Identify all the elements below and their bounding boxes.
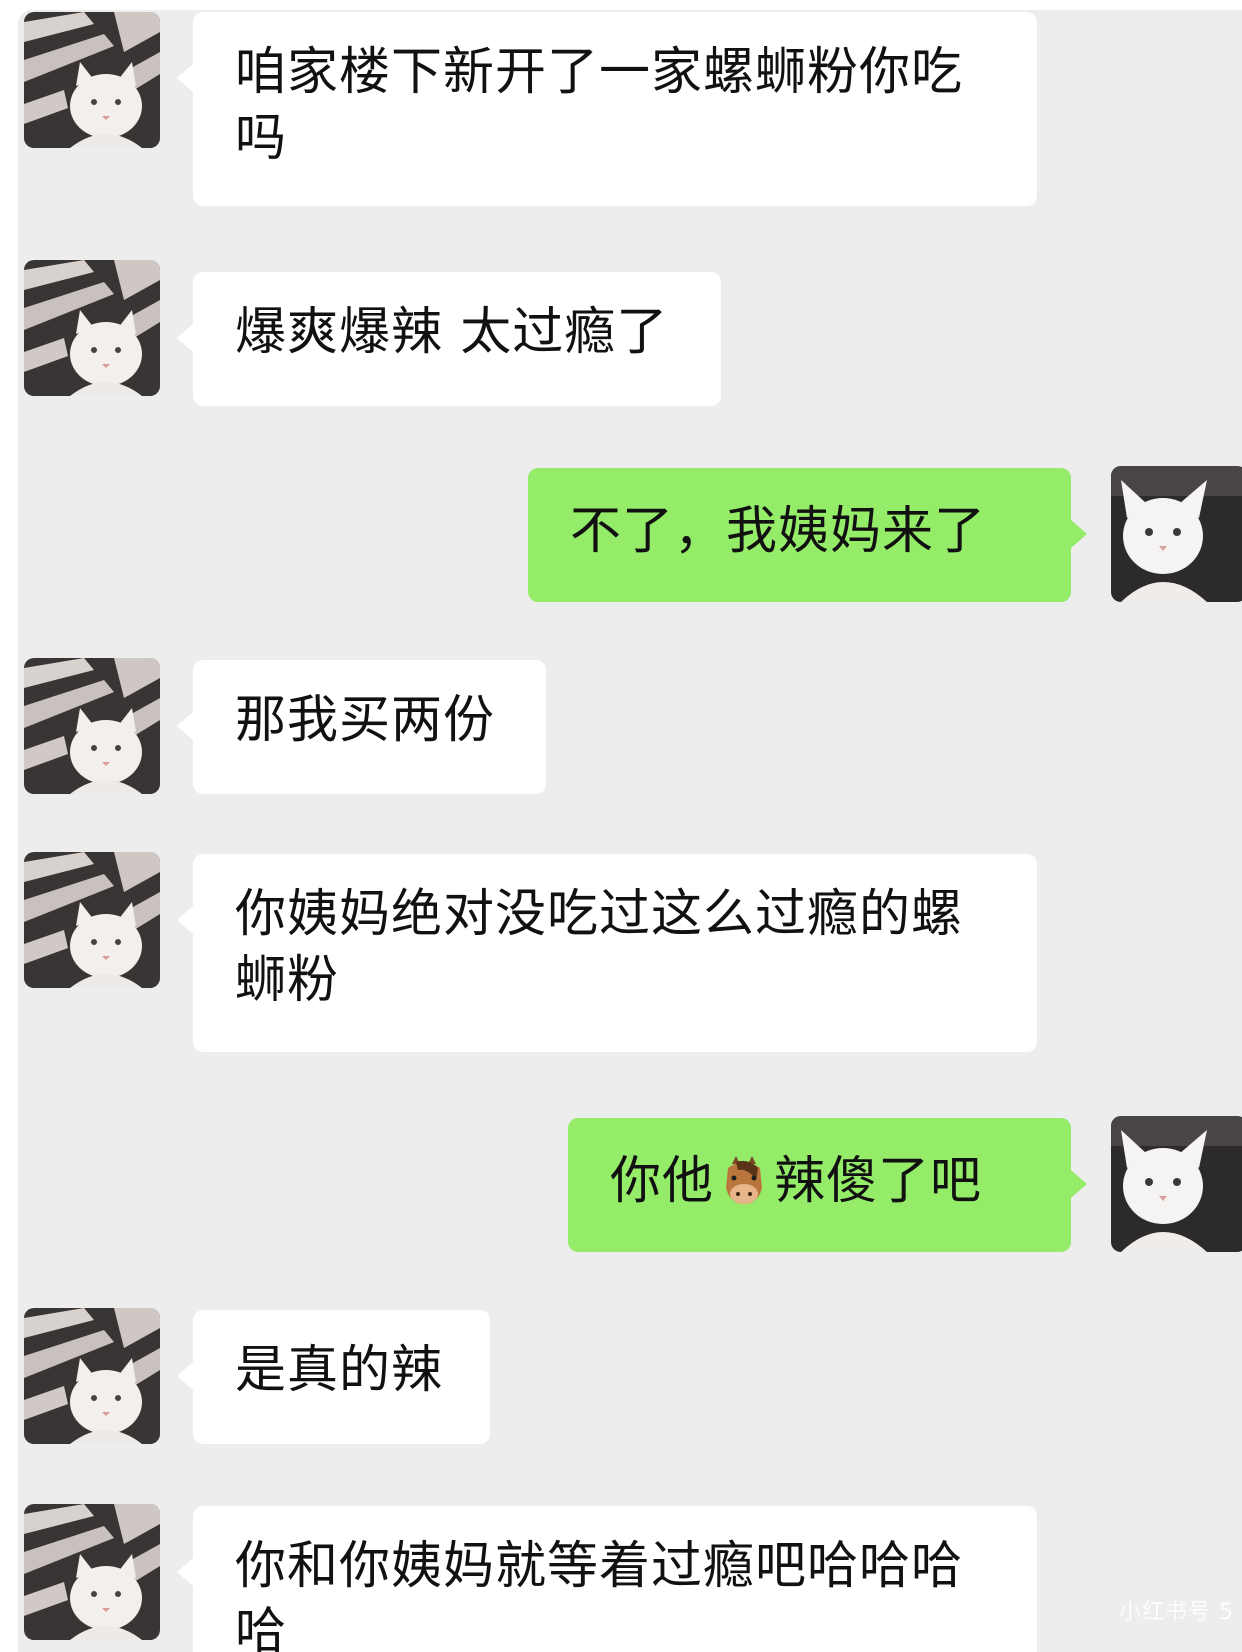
cat-avatar-icon [1111, 1116, 1242, 1252]
cat-avatar-icon [24, 1504, 160, 1640]
contact-avatar[interactable] [24, 658, 160, 794]
incoming-message-bubble[interactable]: 咱家楼下新开了一家螺蛳粉你吃吗 [177, 12, 1037, 206]
message-text: 不了，我姨妈来了 [570, 502, 987, 561]
message-text: 是真的辣 [235, 1341, 444, 1400]
cat-avatar-icon [24, 260, 160, 396]
incoming-message-bubble[interactable]: 是真的辣 [177, 1310, 490, 1444]
contact-avatar[interactable] [24, 12, 160, 148]
message-text: 你姨妈绝对没吃过这么过瘾的螺蛳粉 [235, 885, 964, 1010]
horse-face-icon [718, 1154, 770, 1206]
message-text: 你和你姨妈就等着过瘾吧哈哈哈哈 [235, 1537, 964, 1652]
cat-avatar-icon [24, 852, 160, 988]
outgoing-message-bubble[interactable]: 你他 辣傻了吧 [568, 1118, 1087, 1252]
self-avatar[interactable] [1111, 1116, 1242, 1252]
contact-avatar[interactable] [24, 852, 160, 988]
outgoing-message-bubble[interactable]: 不了，我姨妈来了 [528, 468, 1087, 602]
message-text: 那我买两份 [235, 691, 496, 750]
contact-avatar[interactable] [24, 1504, 160, 1640]
cat-avatar-icon [24, 658, 160, 794]
contact-avatar[interactable] [24, 260, 160, 396]
contact-avatar[interactable] [24, 1308, 160, 1444]
incoming-message-bubble[interactable]: 你和你姨妈就等着过瘾吧哈哈哈哈 [177, 1506, 1037, 1652]
cat-avatar-icon [1111, 466, 1242, 602]
cat-avatar-icon [24, 1308, 160, 1444]
chat-area: 咱家楼下新开了一家螺蛳粉你吃吗 爆爽爆辣 太过瘾了 不了，我姨妈来了 那我买两份… [18, 10, 1242, 1652]
message-text: 爆爽爆辣 太过瘾了 [235, 303, 669, 362]
watermark: 小红书号 5 [1119, 1600, 1234, 1625]
cat-avatar-icon [24, 12, 160, 148]
message-text-before-emoji: 你他 [610, 1152, 715, 1211]
incoming-message-bubble[interactable]: 你姨妈绝对没吃过这么过瘾的螺蛳粉 [177, 854, 1037, 1052]
message-text: 咱家楼下新开了一家螺蛳粉你吃吗 [235, 43, 964, 168]
message-text-after-emoji: 辣傻了吧 [774, 1152, 983, 1211]
self-avatar[interactable] [1111, 466, 1242, 602]
incoming-message-bubble[interactable]: 那我买两份 [177, 660, 546, 794]
incoming-message-bubble[interactable]: 爆爽爆辣 太过瘾了 [177, 272, 721, 406]
